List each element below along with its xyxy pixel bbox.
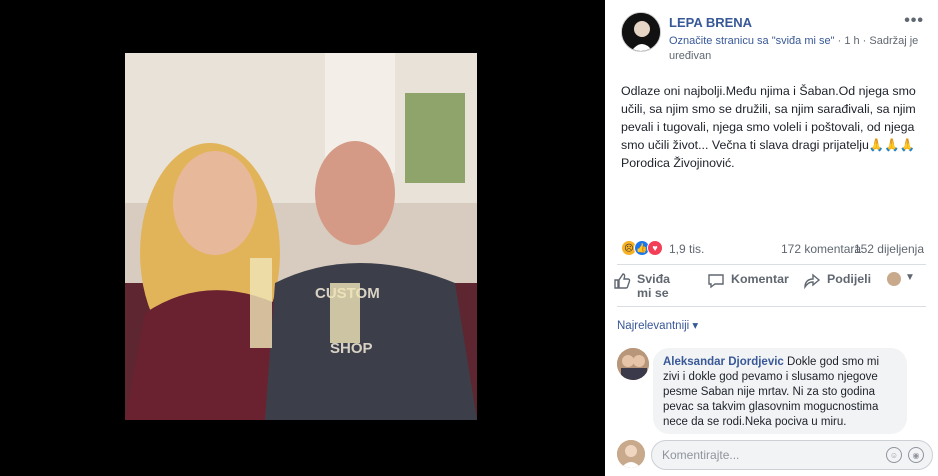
comment-input-placeholder: Komentirajte... xyxy=(662,448,740,462)
post-header: LEPA BRENA Označite stranicu sa "sviđa m… xyxy=(621,12,928,62)
comment-label: Komentar xyxy=(731,272,789,286)
emoji-icon[interactable]: ☺ xyxy=(886,447,902,463)
comment-composer: Komentirajte... ☺ ◉ xyxy=(617,440,933,472)
comment-bubble: Aleksandar Djordjevic Dokle god smo mi z… xyxy=(653,348,907,434)
action-bar: Sviđa mi se Komentar Podijeli ▼ xyxy=(613,268,930,308)
post-meta: Označite stranicu sa "sviđa mi se" · 1 h… xyxy=(669,34,933,64)
mini-avatar-icon xyxy=(887,272,901,286)
comment-button[interactable]: Komentar xyxy=(707,272,789,290)
post-photo[interactable]: CUSTOM SHOP xyxy=(125,53,477,420)
share-icon xyxy=(804,273,821,290)
comment-author[interactable]: Aleksandar Djordjevic xyxy=(663,356,784,368)
photo-illustration: CUSTOM SHOP xyxy=(125,53,477,420)
reaction-icons[interactable]: ☹ 👍 ♥ xyxy=(621,240,663,256)
like-page-link[interactable]: Označite stranicu sa "sviđa mi se" xyxy=(669,35,835,47)
comment-icon xyxy=(708,274,724,289)
share-count[interactable]: 152 dijeljenja xyxy=(854,242,924,256)
commenter-avatar-image xyxy=(617,348,649,380)
current-user-avatar xyxy=(617,440,645,468)
photo-pane: CUSTOM SHOP xyxy=(0,0,605,476)
camera-icon[interactable]: ◉ xyxy=(908,447,924,463)
share-button[interactable]: Podijeli xyxy=(803,272,871,290)
current-user-avatar-image xyxy=(617,440,645,468)
page-avatar[interactable] xyxy=(621,12,661,52)
chevron-down-icon: ▼ xyxy=(905,272,915,283)
more-options-icon[interactable]: ••• xyxy=(904,12,924,30)
post-sidebar: LEPA BRENA Označite stranicu sa "sviđa m… xyxy=(605,0,938,476)
avatar-image xyxy=(622,13,660,51)
like-label: Sviđa mi se xyxy=(637,272,671,300)
comment-sort-dropdown[interactable]: Najrelevantniji ▾ xyxy=(617,318,698,332)
post-text: Odlaze oni najbolji.Među njima i Šaban.O… xyxy=(621,84,916,170)
comment-count[interactable]: 172 komentara xyxy=(781,242,861,256)
photo-viewer: CUSTOM SHOP LEPA BRENA Označite stranicu… xyxy=(0,0,938,476)
like-button[interactable]: Sviđa mi se xyxy=(613,272,693,300)
composer-icons: ☺ ◉ xyxy=(886,447,924,463)
love-icon: ♥ xyxy=(647,240,663,256)
reaction-as-selector[interactable]: ▼ xyxy=(887,272,915,286)
share-label: Podijeli xyxy=(827,272,872,286)
reaction-count[interactable]: 1,9 tis. xyxy=(669,242,704,256)
page-name[interactable]: LEPA BRENA xyxy=(669,15,752,30)
commenter-avatar[interactable] xyxy=(617,348,649,380)
comment-input[interactable]: Komentirajte... ☺ ◉ xyxy=(651,440,933,470)
divider xyxy=(617,264,926,265)
comment-item: Aleksandar Djordjevic Dokle god smo mi z… xyxy=(617,346,926,436)
divider xyxy=(617,306,926,307)
thumbs-up-icon xyxy=(614,273,631,289)
reaction-bar: ☹ 👍 ♥ 1,9 tis. 172 komentara 152 dijelje… xyxy=(621,240,928,260)
